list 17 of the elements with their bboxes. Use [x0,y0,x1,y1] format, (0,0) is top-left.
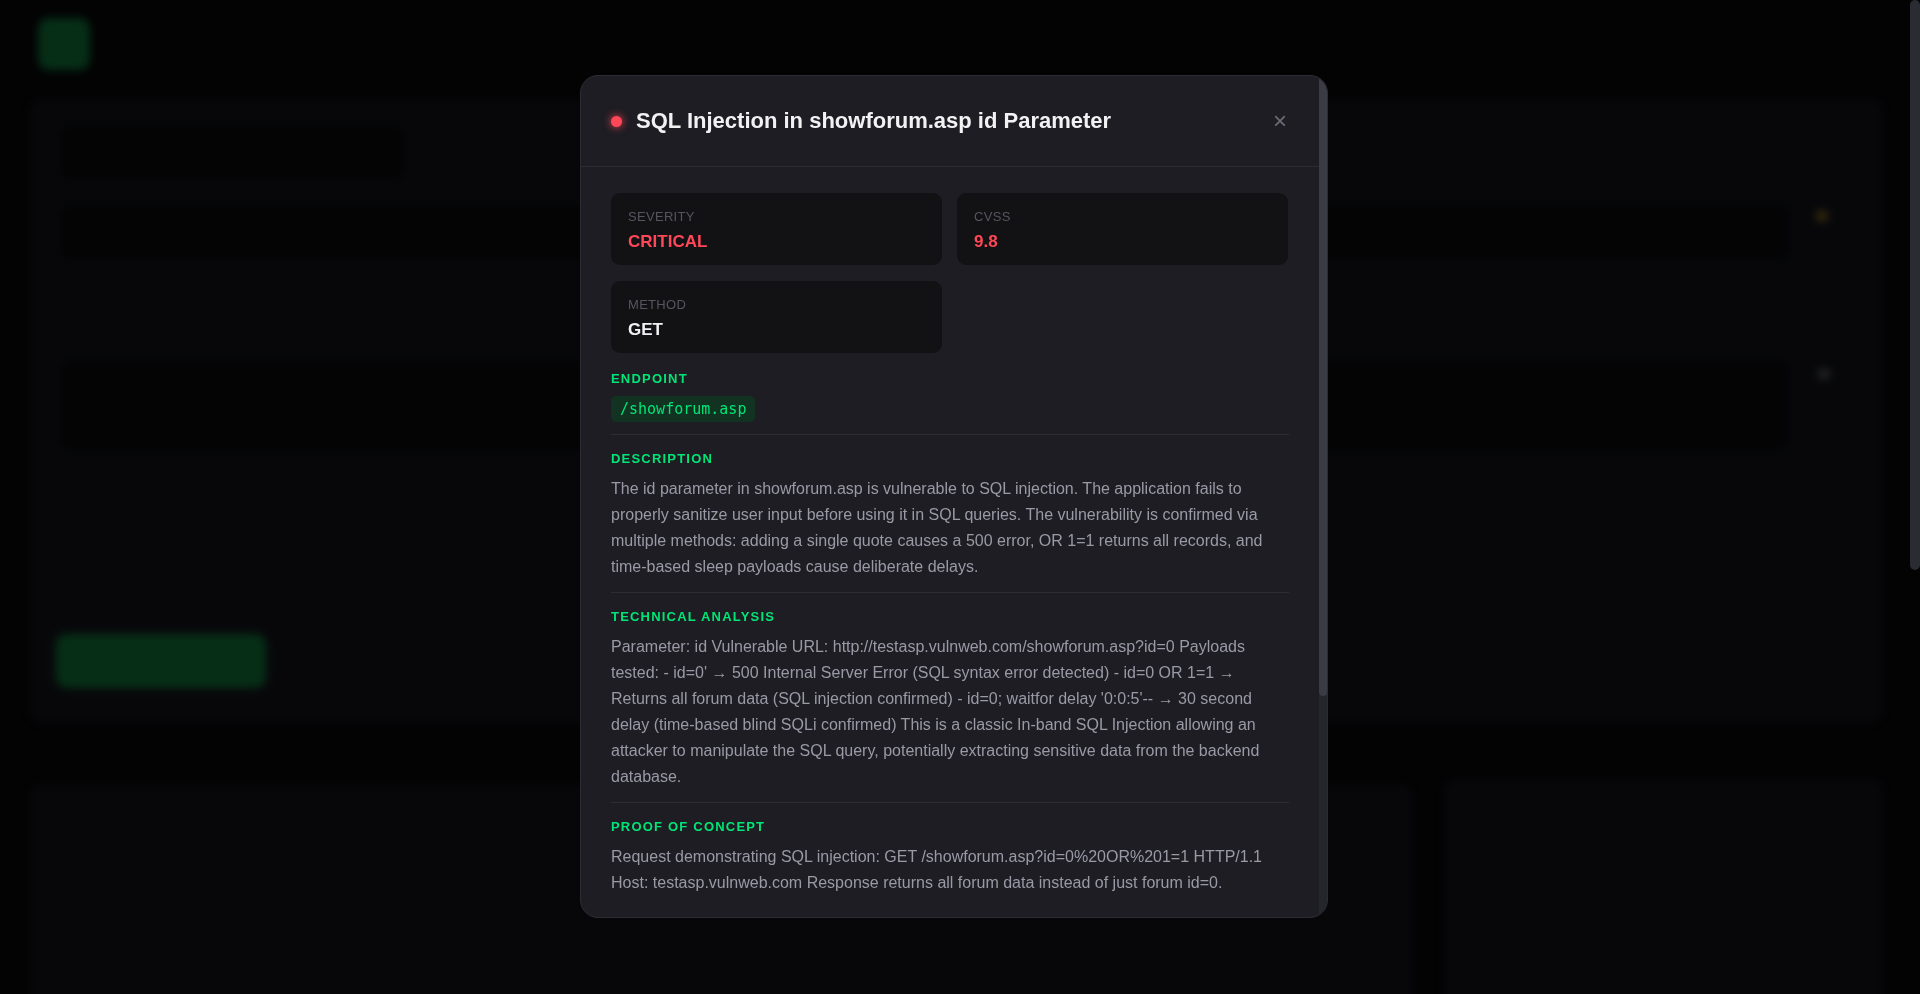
section-text: Parameter: id Vulnerable URL: http://testasp.vulnweb.com/showforum.asp?id=0 Payloads tested: - id=0' → 500 Internal Server Error (SQL syntax error detected) - id=0 OR 1=1 → Returns all forum data (SQL injection confirmed) - id=0; waitfor delay '0:0:5'-- → 30 second delay (time-based blind SQLi confirmed) This is a classic In-band SQL Injection allowing an attacker to manipulate the SQL query, potentially extracting sensitive data from the backend database. [611,637,1261,787]
card-value: GET [628,320,664,340]
section-heading: PROOF OF CONCEPT [611,819,766,834]
card-value: 9.8 [974,232,999,252]
close-button[interactable]: × [1269,107,1291,135]
endpoint-code: /showforum.asp [611,396,756,422]
section-heading: TECHNICAL ANALYSIS [611,609,776,624]
section-heading: DESCRIPTION [611,451,714,466]
card-value: CRITICAL [628,232,709,252]
card-label: SEVERITY [628,209,696,224]
scrollbar[interactable] [1910,0,1920,570]
section-heading: ENDPOINT [611,371,688,386]
section-text: The id parameter in showforum.asp is vulnerable to SQL injection. The application fails to properly sanitize user input before using it in SQL queries. The vulnerability is confirmed via multiple methods: adding a single quote causes a 500 error, OR 1=1 returns all records, and time-based sleep payloads cause deliberate delays. [611,479,1264,577]
card-label: METHOD [628,297,688,312]
dialog-title: SQL Injection in showforum.asp id Parameter [636,108,1113,134]
card-label: CVSS [974,209,1012,224]
section-text: Request demonstrating SQL injection: GET /showforum.asp?id=0%20OR%201=1 HTTP/1.1 Host: testasp.vulnweb.com Response returns all forum data instead of just forum id=0. [611,847,1263,893]
